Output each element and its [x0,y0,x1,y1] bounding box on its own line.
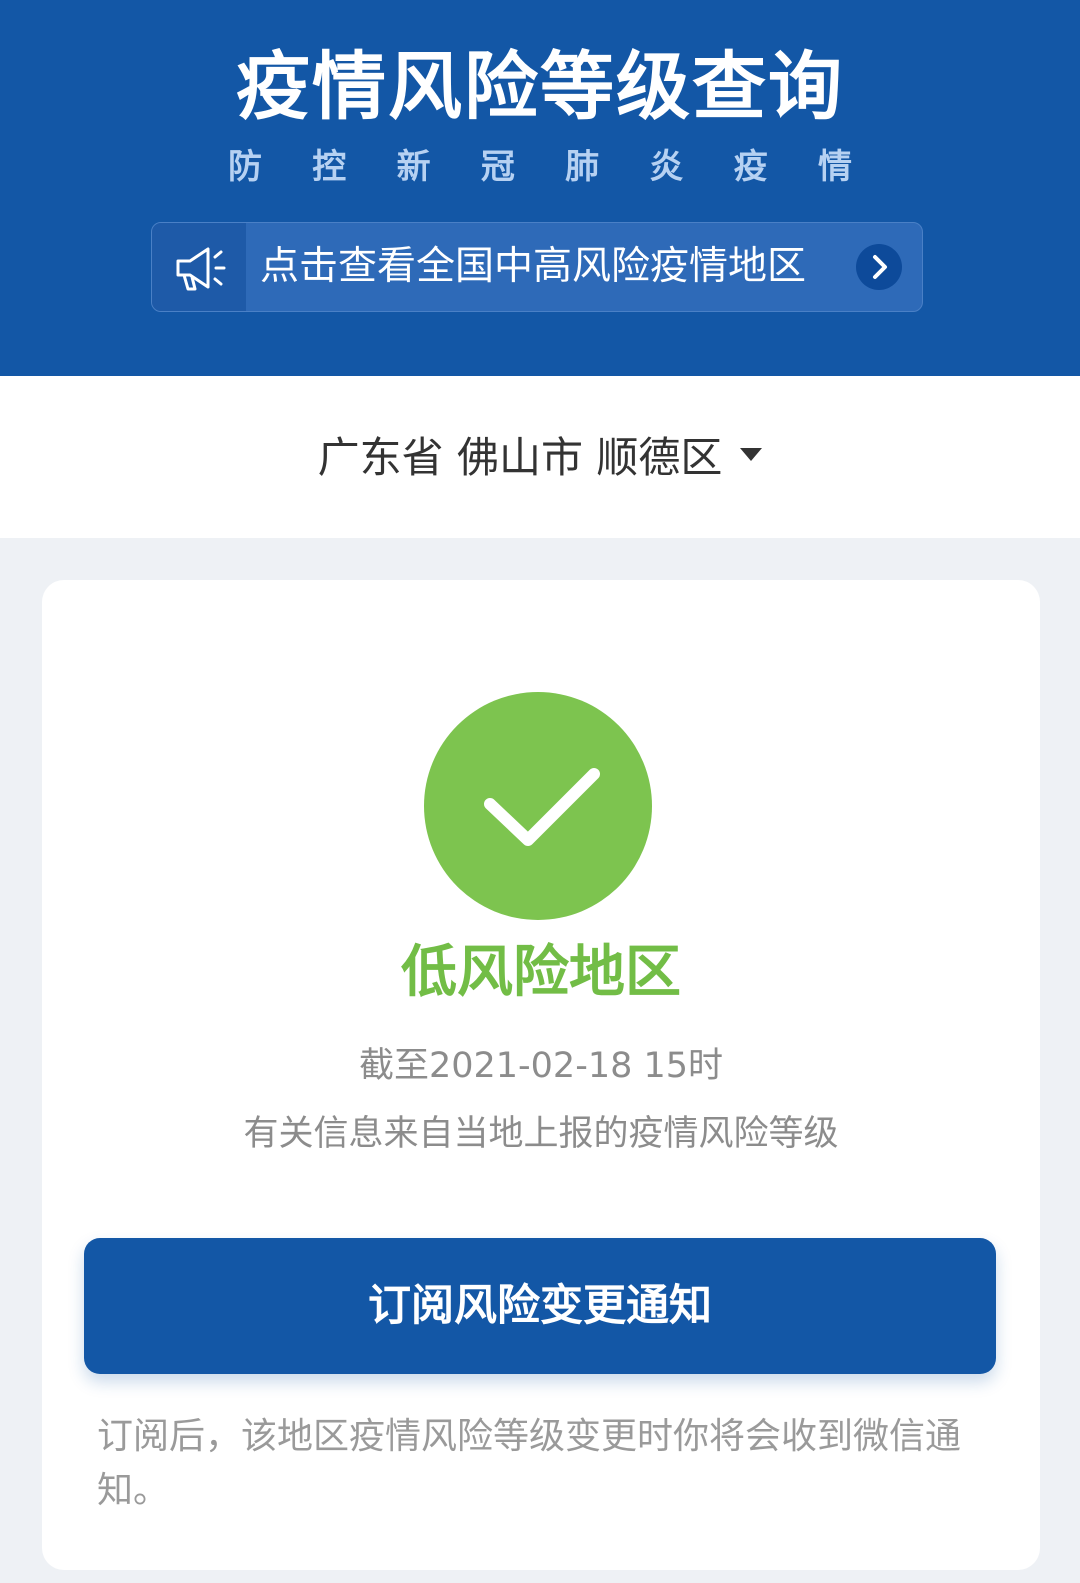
region-selector[interactable]: 广东省 佛山市 顺德区 [0,432,1080,484]
as-of-timestamp: 截至2021-02-18 15时 [358,1046,724,1086]
subtitle-char: 疫 [733,147,768,187]
chevron-right-icon [856,244,902,290]
subtitle-char: 冠 [480,147,515,187]
subtitle: 防 控 新 冠 肺 炎 疫 情 [228,142,852,192]
region-selector-bar: 广东省 佛山市 顺德区 [0,376,1080,538]
subtitle-char: 情 [817,147,852,187]
notice-icon-box [152,223,246,311]
subtitle-char: 肺 [565,147,600,187]
region-label: 广东省 佛山市 顺德区 [317,433,723,482]
subscribe-button[interactable]: 订阅风险变更通知 [84,1238,996,1374]
caret-down-icon [740,448,763,461]
info-source-note: 有关信息来自当地上报的疫情风险等级 [243,1114,839,1154]
megaphone-icon [176,247,226,291]
subtitle-char: 防 [228,147,262,187]
subtitle-char: 炎 [649,147,684,187]
subscribe-hint: 订阅后，该地区疫情风险等级变更时你将会收到微信通知。 [97,1416,962,1511]
result-card: 低风险地区 截至2021-02-18 15时 有关信息来自当地上报的疫情风险等级… [42,580,1040,1570]
subtitle-char: 控 [312,147,347,187]
header: 疫情风险等级查询 防 控 新 冠 肺 炎 疫 情 点击查看全国中高风险疫情地区 [0,0,1080,376]
page-title: 疫情风险等级查询 [236,44,844,130]
notice-text: 点击查看全国中高风险疫情地区 [260,244,807,289]
subtitle-char: 新 [396,147,431,187]
check-circle-icon [424,692,652,920]
risk-level: 低风险地区 [401,940,681,1005]
high-risk-areas-notice[interactable]: 点击查看全国中高风险疫情地区 [151,222,923,312]
